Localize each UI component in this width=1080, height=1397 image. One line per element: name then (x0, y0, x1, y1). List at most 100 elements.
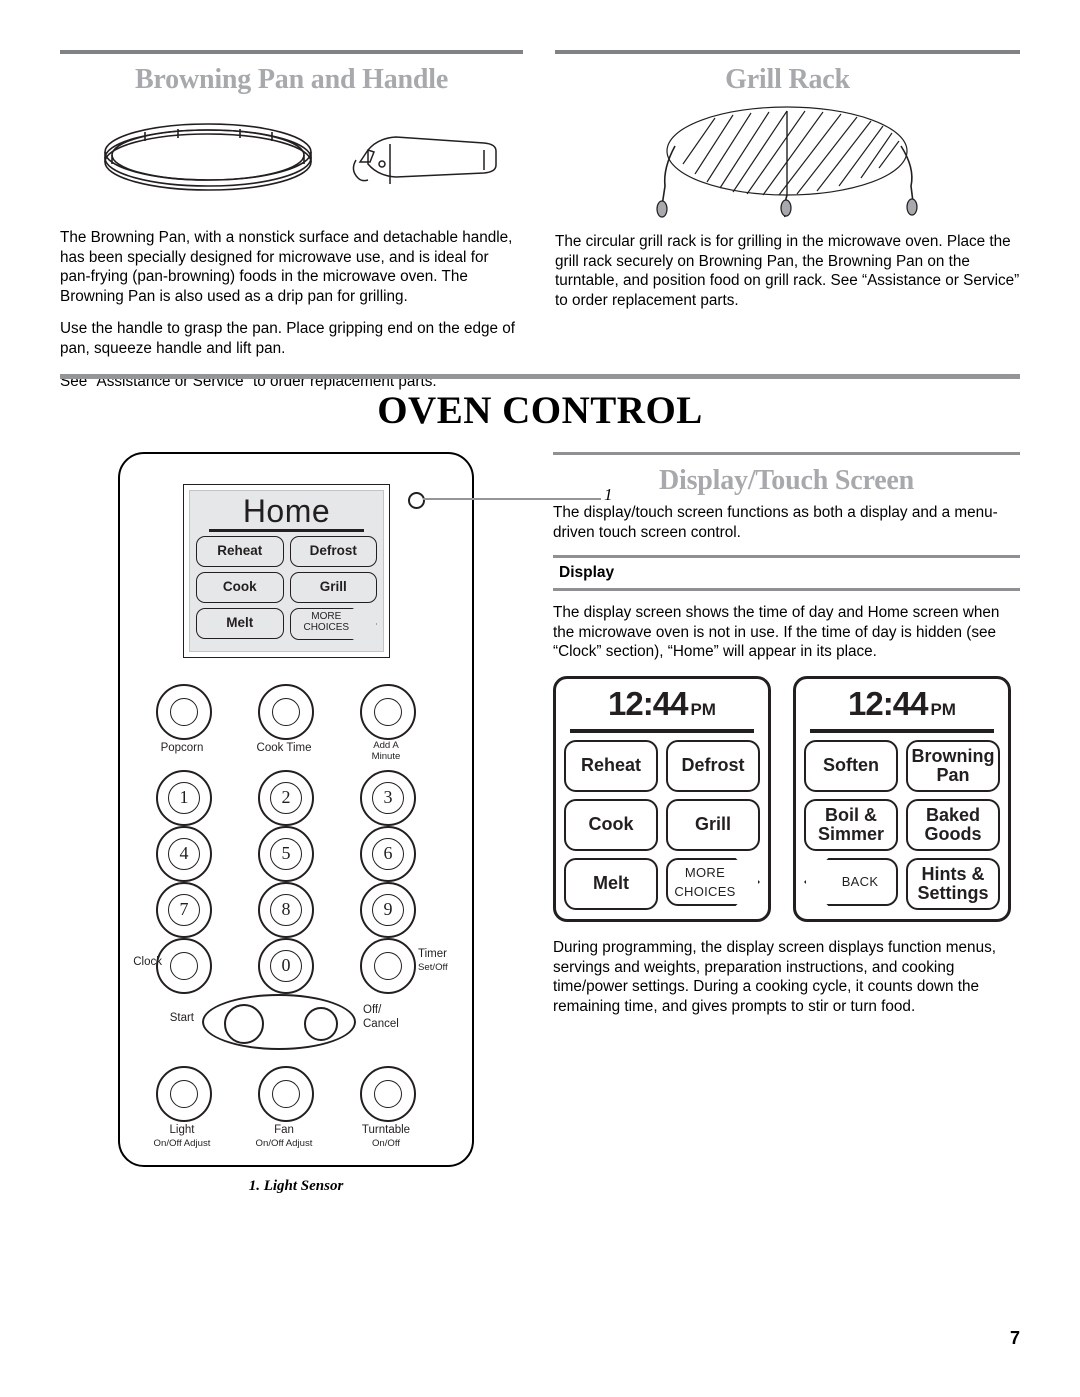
browning-pan-paragraph-1: The Browning Pan, with a nonstick surfac… (60, 229, 513, 305)
display-intro-paragraph: The display/touch screen functions as bo… (553, 504, 998, 541)
display-key-grid-home: Reheat Defrost Cook Grill Melt MORE CHOI… (564, 739, 760, 910)
display-key-defrost[interactable]: Defrost (666, 739, 760, 792)
oven-control-divider (60, 374, 1020, 379)
button-off-cancel[interactable] (304, 1007, 338, 1041)
oven-control-heading: OVEN CONTROL (377, 389, 703, 432)
label-turntable: Turntable (361, 1124, 411, 1136)
screen-key-cook[interactable]: Cook (196, 572, 284, 603)
more-choices-line-1: MORE (311, 611, 342, 622)
time-meridiem: PM (690, 699, 716, 719)
button-digit-6[interactable]: 6 (360, 826, 416, 882)
grill-rack-illustration (555, 106, 1020, 218)
display-key-more-choices[interactable]: MORE CHOICES (666, 857, 760, 906)
button-popcorn[interactable] (156, 684, 212, 740)
button-cook-time[interactable] (258, 684, 314, 740)
button-fan[interactable] (258, 1066, 314, 1122)
grill-rack-paragraph-1: The circular grill rack is for grilling … (555, 233, 1020, 309)
label-timer-sub: Set/Off (418, 962, 448, 973)
label-popcorn: Popcorn (160, 742, 204, 754)
button-digit-9[interactable]: 9 (360, 882, 416, 938)
light-sensor-icon (408, 492, 425, 509)
display-paragraph-1: The display screen shows the time of day… (553, 604, 1000, 661)
screen-key-defrost[interactable]: Defrost (289, 536, 377, 567)
screen-key-grill[interactable]: Grill (289, 572, 377, 603)
button-add-a-minute[interactable] (360, 684, 416, 740)
grill-rack-section: Grill Rack The circular grill rack is fo… (555, 50, 1020, 404)
button-light[interactable] (156, 1066, 212, 1122)
display-time-more: 12:44 PM (804, 684, 1000, 728)
label-cancel: Cancel (363, 1018, 399, 1030)
grill-rack-heading: Grill Rack (725, 64, 850, 95)
time-value: 12:44 (848, 684, 928, 722)
page-number: 7 (1009, 1328, 1020, 1348)
display-key-grid-more: Soften Browning Pan Boil & Simmer Baked … (804, 739, 1000, 910)
display-subheading: Display (559, 564, 615, 582)
display-screen-illustrations: 12:44 PM Reheat Defrost Cook Grill Melt M… (553, 675, 1020, 922)
home-title-underline (209, 529, 364, 532)
manual-page: Browning Pan and Handle The Browning Pan… (0, 0, 1080, 1397)
label-fan-sub: On/Off Adjust (255, 1138, 313, 1149)
label-turntable-sub: On/Off (371, 1138, 401, 1149)
button-digit-5[interactable]: 5 (258, 826, 314, 882)
display-key-melt[interactable]: Melt (564, 857, 658, 910)
time-meridiem: PM (930, 699, 956, 719)
screen-key-reheat[interactable]: Reheat (196, 536, 284, 567)
display-key-browning-pan[interactable]: Browning Pan (906, 739, 1000, 792)
back-label: BACK (841, 874, 879, 890)
display-key-boil-simmer[interactable]: Boil & Simmer (804, 798, 898, 851)
label-add-a: Add A (373, 740, 399, 751)
more-choices-line-2: CHOICES (674, 883, 736, 899)
figure-caption-light-sensor: 1. Light Sensor (248, 1178, 344, 1194)
browning-pan-heading: Browning Pan and Handle (134, 64, 449, 95)
display-key-grill[interactable]: Grill (666, 798, 760, 851)
label-light-sub: On/Off Adjust (153, 1138, 211, 1149)
label-clock: Clock (133, 956, 162, 968)
label-off: Off/ (363, 1004, 382, 1016)
browning-pan-and-handle-illustration (60, 110, 523, 210)
display-key-cook[interactable]: Cook (564, 798, 658, 851)
button-start[interactable] (224, 1004, 264, 1044)
label-start: Start (169, 1012, 194, 1024)
label-cook-time: Cook Time (256, 742, 312, 754)
top-sections: Browning Pan and Handle The Browning Pan… (60, 50, 1020, 404)
label-timer: Timer (418, 948, 447, 960)
button-clock[interactable] (156, 938, 212, 994)
button-digit-0[interactable]: 0 (258, 938, 314, 994)
display-screen-home: 12:44 PM Reheat Defrost Cook Grill Melt M… (553, 675, 771, 922)
control-panel-illustration: Home Reheat Defrost Cook Grill Melt MORE… (118, 452, 613, 1167)
home-screen-title: Home (242, 493, 331, 529)
button-turntable[interactable] (360, 1066, 416, 1122)
label-add-a-minute-sub: Minute (371, 751, 401, 762)
screen-key-melt[interactable]: Melt (196, 608, 284, 639)
display-key-reheat[interactable]: Reheat (564, 739, 658, 792)
display-key-back[interactable]: BACK (804, 857, 898, 906)
screen-key-more-choices[interactable]: MORE CHOICES (289, 608, 377, 640)
more-choices-text: MORE CHOICES (674, 863, 751, 901)
display-key-baked-goods[interactable]: Baked Goods (906, 798, 1000, 851)
button-digit-1[interactable]: 1 (156, 770, 212, 826)
section-divider (555, 50, 1020, 54)
display-time-home: 12:44 PM (564, 684, 760, 728)
button-digit-2[interactable]: 2 (258, 770, 314, 826)
button-digit-3[interactable]: 3 (360, 770, 416, 826)
section-divider (60, 50, 523, 54)
control-panel-screen: Home Reheat Defrost Cook Grill Melt MORE… (189, 490, 384, 652)
display-key-hints-settings[interactable]: Hints & Settings (906, 857, 1000, 910)
button-start-oval[interactable] (202, 994, 356, 1050)
label-fan: Fan (274, 1124, 294, 1136)
browning-pan-section: Browning Pan and Handle The Browning Pan… (60, 50, 523, 404)
button-digit-7[interactable]: 7 (156, 882, 212, 938)
label-light: Light (169, 1124, 195, 1136)
time-value: 12:44 (608, 684, 688, 722)
button-digit-8[interactable]: 8 (258, 882, 314, 938)
display-section-divider (553, 452, 1020, 455)
home-screen-key-grid: Reheat Defrost Cook Grill Melt MORE CHOI… (190, 536, 383, 640)
display-paragraph-2: During programming, the display screen d… (553, 938, 996, 1015)
button-timer[interactable] (360, 938, 416, 994)
button-digit-4[interactable]: 4 (156, 826, 212, 882)
more-choices-line-1: MORE (684, 864, 726, 880)
control-panel-screen-bezel: Home Reheat Defrost Cook Grill Melt MORE… (183, 484, 390, 658)
display-key-soften[interactable]: Soften (804, 739, 898, 792)
display-screen-more-choices: 12:44 PM Soften Browning Pan Boil & Simme… (793, 675, 1011, 922)
display-touch-screen-section: Display/Touch Screen The display/touch s… (553, 452, 1020, 1029)
